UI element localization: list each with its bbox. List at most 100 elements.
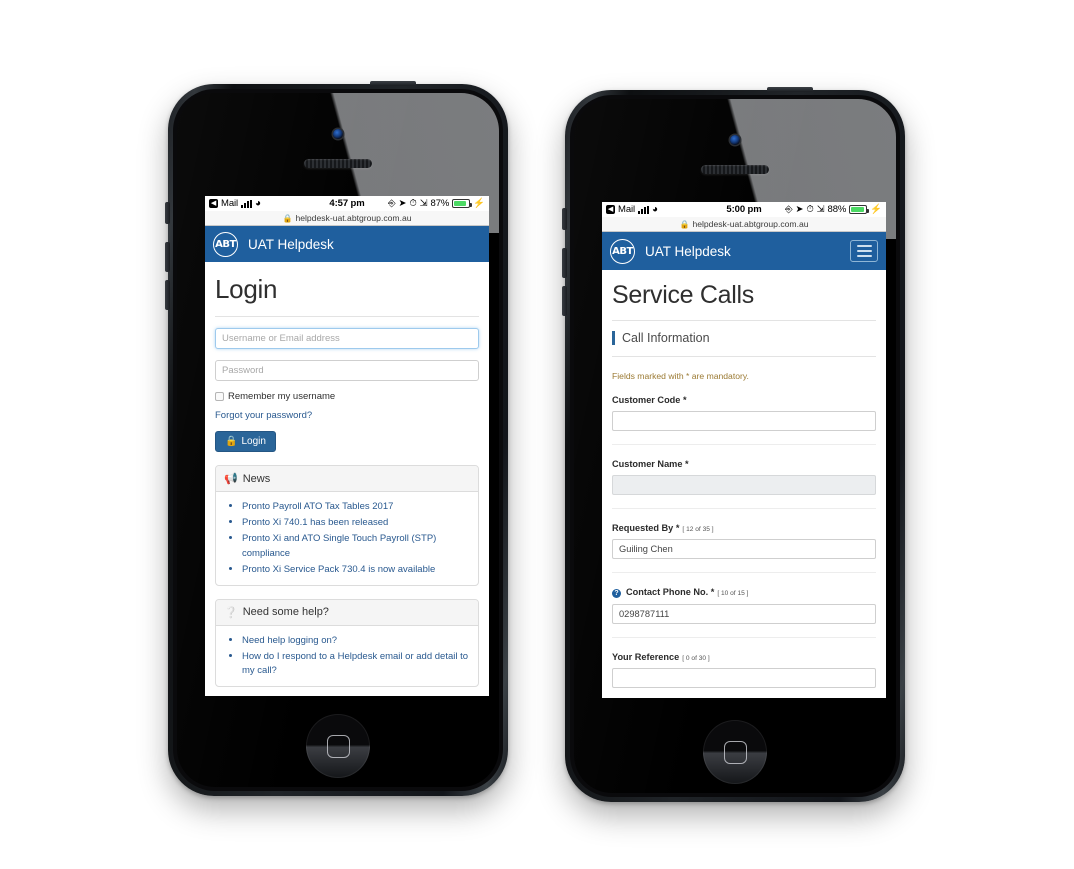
home-button-right[interactable] — [703, 720, 767, 784]
login-button[interactable]: 🔒 Login — [215, 431, 276, 452]
charging-bolt-icon: ⚡ — [870, 204, 882, 215]
earpiece-speaker-right — [701, 165, 769, 174]
volume-up-button-right[interactable] — [562, 248, 567, 278]
back-app-label[interactable]: Mail — [618, 204, 635, 215]
news-panel-header: 📢 News — [216, 466, 478, 492]
logo-letters: ABT — [612, 245, 633, 257]
volume-down-button-right[interactable] — [562, 286, 567, 316]
news-link[interactable]: Pronto Xi and ATO Single Touch Payroll (… — [242, 533, 436, 559]
username-input[interactable]: Username or Email address — [215, 328, 479, 349]
list-item[interactable]: Pronto Payroll ATO Tax Tables 2017 — [242, 499, 470, 514]
login-button-label: Login — [241, 436, 266, 447]
label-text: Customer Name * — [612, 459, 689, 469]
help-panel-body: Need help logging on? How do I respond t… — [216, 626, 478, 687]
abt-logo-icon[interactable]: ABT — [213, 231, 238, 257]
page-title: Service Calls — [612, 270, 876, 321]
list-item[interactable]: Need help logging on? — [242, 633, 470, 648]
cellular-signal-icon — [241, 199, 253, 208]
app-header-left: ABT UAT Helpdesk — [205, 226, 489, 262]
silent-switch-left[interactable] — [165, 202, 170, 224]
volume-up-button-left[interactable] — [165, 242, 170, 272]
earpiece-speaker-left — [304, 159, 372, 168]
password-input[interactable]: Password — [215, 360, 479, 381]
location-arrow-icon: ➤ — [795, 204, 804, 215]
help-panel: ❔ Need some help? Need help logging on? … — [215, 598, 479, 687]
power-button-right[interactable] — [767, 87, 813, 92]
rotation-lock-icon: ⎆ — [387, 198, 396, 209]
phone-bezel-right: ◀ Mail ◕ 5:00 pm ⎆ ➤ ⏱ ⇲ 88% ⚡ 🔒 helpdes… — [570, 95, 900, 797]
news-list: Pronto Payroll ATO Tax Tables 2017 Pront… — [242, 499, 470, 576]
logo-letters: ABT — [215, 238, 236, 250]
phone-screen-right: ◀ Mail ◕ 5:00 pm ⎆ ➤ ⏱ ⇲ 88% ⚡ 🔒 helpdes… — [602, 202, 886, 698]
status-bar-right-group: ⎆ ➤ ⏱ ⇲ 87% ⚡ — [365, 198, 485, 209]
status-bar-clock: 5:00 pm — [726, 204, 762, 215]
location-arrow-icon: ➤ — [398, 198, 407, 209]
phone-screen-left: ◀ Mail ◕ 4:57 pm ⎆ ➤ ⏱ ⇲ 87% ⚡ 🔒 helpdes… — [205, 196, 489, 696]
wifi-icon: ◕ — [652, 203, 658, 215]
news-link[interactable]: Pronto Xi 740.1 has been released — [242, 517, 388, 528]
help-question-icon[interactable]: ? — [612, 589, 621, 598]
phone-device-left: ◀ Mail ◕ 4:57 pm ⎆ ➤ ⏱ ⇲ 87% ⚡ 🔒 helpdes… — [165, 81, 508, 796]
your-reference-input[interactable] — [612, 668, 876, 688]
form-group-customer-name: Customer Name * — [612, 444, 876, 495]
phone-bezel-left: ◀ Mail ◕ 4:57 pm ⎆ ➤ ⏱ ⇲ 87% ⚡ 🔒 helpdes… — [173, 89, 503, 791]
label-text: Customer Code * — [612, 395, 687, 405]
contact-phone-input[interactable]: 0298787111 — [612, 604, 876, 624]
status-bar-right-group: ⎆ ➤ ⏱ ⇲ 88% ⚡ — [762, 204, 882, 215]
app-brand-title: UAT Helpdesk — [248, 236, 334, 252]
your-reference-counter: [ 0 of 30 ] — [682, 655, 710, 662]
login-page: Login Username or Email address Password… — [205, 262, 489, 696]
alarm-clock-icon: ⏱ — [409, 198, 417, 209]
news-link[interactable]: Pronto Xi Service Pack 730.4 is now avai… — [242, 564, 435, 575]
list-item[interactable]: How do I respond to a Helpdesk email or … — [242, 649, 470, 678]
requested-by-counter: [ 12 of 35 ] — [682, 526, 714, 533]
safari-url-bar-left[interactable]: 🔒 helpdesk-uat.abtgroup.com.au — [205, 211, 489, 226]
forgot-password-link[interactable]: Forgot your password? — [215, 410, 479, 421]
hamburger-menu-icon[interactable] — [850, 240, 878, 262]
news-panel-body: Pronto Payroll ATO Tax Tables 2017 Pront… — [216, 492, 478, 585]
safari-url-bar-right[interactable]: 🔒 helpdesk-uat.abtgroup.com.au — [602, 217, 886, 232]
help-panel-header: ❔ Need some help? — [216, 599, 478, 626]
padlock-icon: 🔒 — [679, 219, 690, 229]
url-text: helpdesk-uat.abtgroup.com.au — [295, 213, 412, 223]
help-panel-title: Need some help? — [242, 606, 329, 618]
back-chevron-icon[interactable]: ◀ — [606, 205, 615, 214]
home-button-left[interactable] — [306, 714, 370, 778]
customer-code-input[interactable] — [612, 411, 876, 431]
lock-icon: 🔒 — [225, 436, 238, 447]
status-bar-left-group: ◀ Mail ◕ — [209, 198, 329, 209]
back-app-label[interactable]: Mail — [221, 198, 238, 209]
list-item[interactable]: Pronto Xi and ATO Single Touch Payroll (… — [242, 531, 470, 560]
remember-username-row[interactable]: Remember my username — [215, 391, 479, 402]
help-link[interactable]: How do I respond to a Helpdesk email or … — [242, 651, 468, 677]
label-text: Your Reference — [612, 652, 680, 662]
ios-status-bar-left: ◀ Mail ◕ 4:57 pm ⎆ ➤ ⏱ ⇲ 87% ⚡ — [205, 196, 489, 211]
customer-name-input — [612, 475, 876, 495]
home-square-icon — [326, 734, 350, 758]
volume-down-button-left[interactable] — [165, 280, 170, 310]
cellular-signal-icon — [638, 205, 650, 214]
front-camera-icon-left — [333, 129, 343, 139]
page-title: Login — [215, 262, 479, 317]
remember-username-label: Remember my username — [228, 391, 336, 402]
status-bar-left-group: ◀ Mail ◕ — [606, 204, 726, 215]
remember-username-checkbox[interactable] — [215, 392, 224, 401]
app-header-right: ABT UAT Helpdesk — [602, 232, 886, 270]
form-group-your-reference: Your Reference [ 0 of 30 ] — [612, 637, 876, 688]
section-accent-bar — [612, 331, 615, 345]
form-group-contact-phone: ? Contact Phone No. * [ 10 of 15 ] 02987… — [612, 572, 876, 624]
news-link[interactable]: Pronto Payroll ATO Tax Tables 2017 — [242, 501, 393, 512]
form-group-requested-by: Requested By * [ 12 of 35 ] Guiling Chen — [612, 508, 876, 559]
silent-switch-right[interactable] — [562, 208, 567, 230]
help-link[interactable]: Need help logging on? — [242, 635, 337, 646]
power-button-left[interactable] — [370, 81, 416, 86]
back-chevron-icon[interactable]: ◀ — [209, 199, 218, 208]
battery-icon — [849, 205, 870, 214]
abt-logo-icon[interactable]: ABT — [610, 238, 635, 264]
list-item[interactable]: Pronto Xi 740.1 has been released — [242, 515, 470, 530]
requested-by-input[interactable]: Guiling Chen — [612, 539, 876, 559]
front-camera-icon-right — [730, 135, 740, 145]
customer-code-label: Customer Code * — [612, 395, 876, 405]
service-calls-page: Service Calls Call Information Fields ma… — [602, 270, 886, 698]
list-item[interactable]: Pronto Xi Service Pack 730.4 is now avai… — [242, 562, 470, 577]
